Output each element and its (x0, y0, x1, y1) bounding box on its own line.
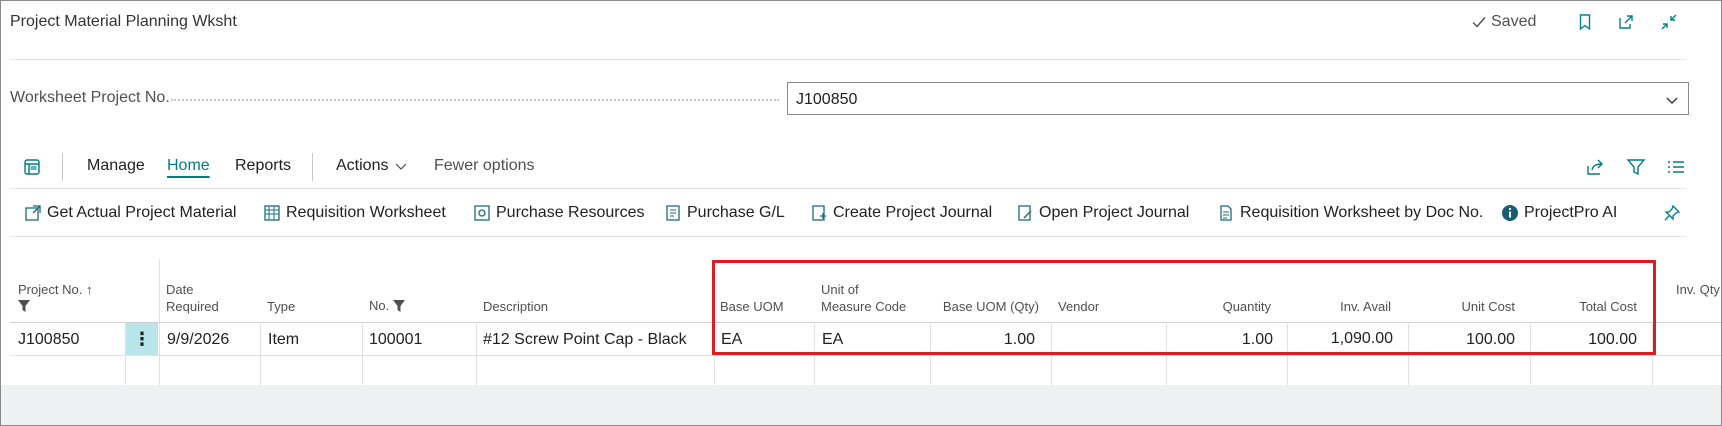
cell-no[interactable]: 100001 (369, 331, 422, 349)
header-divider (10, 59, 1686, 60)
tab-manage[interactable]: Manage (87, 157, 145, 175)
page-title: Project Material Planning Wksht (10, 13, 237, 30)
cell-uom-code[interactable]: EA (822, 331, 843, 349)
filter-icon (393, 299, 406, 312)
grid-empty-area (1, 385, 1721, 425)
col-header-date-required[interactable]: Date Required (166, 281, 219, 315)
chevron-down-icon (396, 163, 407, 170)
col-header-inv-avail[interactable]: Inv. Avail (1291, 298, 1391, 315)
worksheet-project-select[interactable]: J100850 (787, 82, 1689, 115)
journal-icon (812, 205, 826, 221)
col-header-no[interactable]: No. (369, 297, 406, 314)
col-header-base-uom[interactable]: Base UOM (720, 298, 784, 315)
col-header-project-no[interactable]: Project No. ↑ (18, 281, 92, 315)
row-divider (10, 355, 1721, 356)
col-divider (476, 322, 477, 385)
projectpro-ai-button[interactable]: ProjectPro AI (1501, 204, 1617, 222)
fewer-options-button[interactable]: Fewer options (434, 157, 535, 175)
cell-description[interactable]: #12 Screw Point Cap - Black (483, 331, 687, 349)
col-header-base-uom-qty[interactable]: Base UOM (Qty) (929, 298, 1039, 315)
col-divider (1051, 322, 1052, 385)
col-header-inv-qty[interactable]: Inv. Qty (1676, 281, 1720, 298)
col-header-total-cost[interactable]: Total Cost (1535, 298, 1637, 315)
row-menu-icon[interactable]: ⋮ (126, 323, 158, 355)
sort-ascending-icon: ↑ (85, 282, 93, 297)
bookmark-icon[interactable] (1574, 11, 1596, 33)
col-header-uom-code[interactable]: Unit of Measure Code (821, 281, 906, 315)
cell-quantity[interactable]: 1.00 (1167, 331, 1273, 349)
window: Project Material Planning Wksht Saved Wo… (0, 0, 1722, 426)
resource-icon (474, 205, 490, 221)
actions-label: Actions (336, 157, 389, 174)
checkmark-icon (1472, 17, 1486, 28)
filter-icon[interactable] (1626, 157, 1646, 177)
info-icon (1502, 205, 1518, 221)
actions-menu[interactable]: Actions (336, 157, 408, 175)
share-icon[interactable] (1585, 157, 1605, 177)
open-project-journal-button[interactable]: Open Project Journal (1016, 204, 1189, 222)
get-actual-project-material-button[interactable]: Get Actual Project Material (24, 204, 236, 222)
cell-project-no[interactable]: J100850 (18, 331, 79, 349)
requisition-worksheet-by-doc-button[interactable]: Requisition Worksheet by Doc No. (1217, 204, 1483, 222)
saved-label: Saved (1491, 13, 1537, 30)
create-project-journal-button[interactable]: Create Project Journal (810, 204, 992, 222)
get-material-icon (25, 205, 41, 221)
promoted-divider (10, 236, 1686, 237)
collapse-icon[interactable] (1658, 11, 1680, 33)
cell-base-uom-qty[interactable]: 1.00 (931, 331, 1035, 349)
action-separator (62, 153, 63, 181)
tab-home[interactable]: Home (167, 157, 210, 175)
actionbar-divider (10, 188, 1686, 189)
ledger-icon (666, 205, 680, 221)
col-divider (1652, 322, 1653, 385)
list-view-icon[interactable] (1666, 157, 1686, 177)
worksheet-icon (264, 205, 280, 221)
cell-base-uom[interactable]: EA (721, 331, 742, 349)
cell-date-required[interactable]: 9/9/2026 (167, 331, 229, 349)
col-divider (714, 322, 715, 385)
document-icon (1220, 205, 1232, 221)
col-header-unit-cost[interactable]: Unit Cost (1413, 298, 1515, 315)
action-bar: Manage Home Reports Actions Fewer option… (10, 149, 1690, 183)
header-row-divider (10, 322, 1721, 323)
cell-type[interactable]: Item (268, 331, 299, 349)
label-leader-dots (171, 99, 779, 101)
col-divider (814, 322, 815, 385)
worksheet-project-value: J100850 (796, 91, 858, 108)
col-divider (159, 259, 160, 385)
col-header-description[interactable]: Description (483, 298, 548, 315)
chevron-down-icon (1666, 97, 1678, 104)
worksheet-project-label: Worksheet Project No. (10, 89, 170, 106)
cell-unit-cost[interactable]: 100.00 (1409, 331, 1515, 349)
open-journal-icon (1018, 205, 1032, 221)
col-header-vendor[interactable]: Vendor (1058, 298, 1099, 315)
col-divider (260, 322, 261, 385)
action-separator (312, 153, 313, 181)
purchase-gl-button[interactable]: Purchase G/L (664, 204, 785, 222)
col-header-quantity[interactable]: Quantity (1171, 298, 1271, 315)
requisition-worksheet-button[interactable]: Requisition Worksheet (263, 204, 446, 222)
pin-icon[interactable] (1663, 204, 1681, 222)
purchase-resources-button[interactable]: Purchase Resources (473, 204, 645, 222)
tab-reports[interactable]: Reports (235, 157, 291, 175)
cell-inv-avail[interactable]: 1,090.00 (1288, 330, 1393, 348)
cell-total-cost[interactable]: 100.00 (1531, 331, 1637, 349)
saved-status: Saved (1471, 13, 1536, 31)
open-new-window-icon[interactable] (1615, 11, 1637, 33)
filter-icon (18, 300, 30, 312)
page-view-icon[interactable] (22, 157, 42, 177)
promoted-actions: Get Actual Project Material Requisition … (10, 196, 1690, 230)
col-header-type[interactable]: Type (267, 298, 295, 315)
col-divider (362, 322, 363, 385)
